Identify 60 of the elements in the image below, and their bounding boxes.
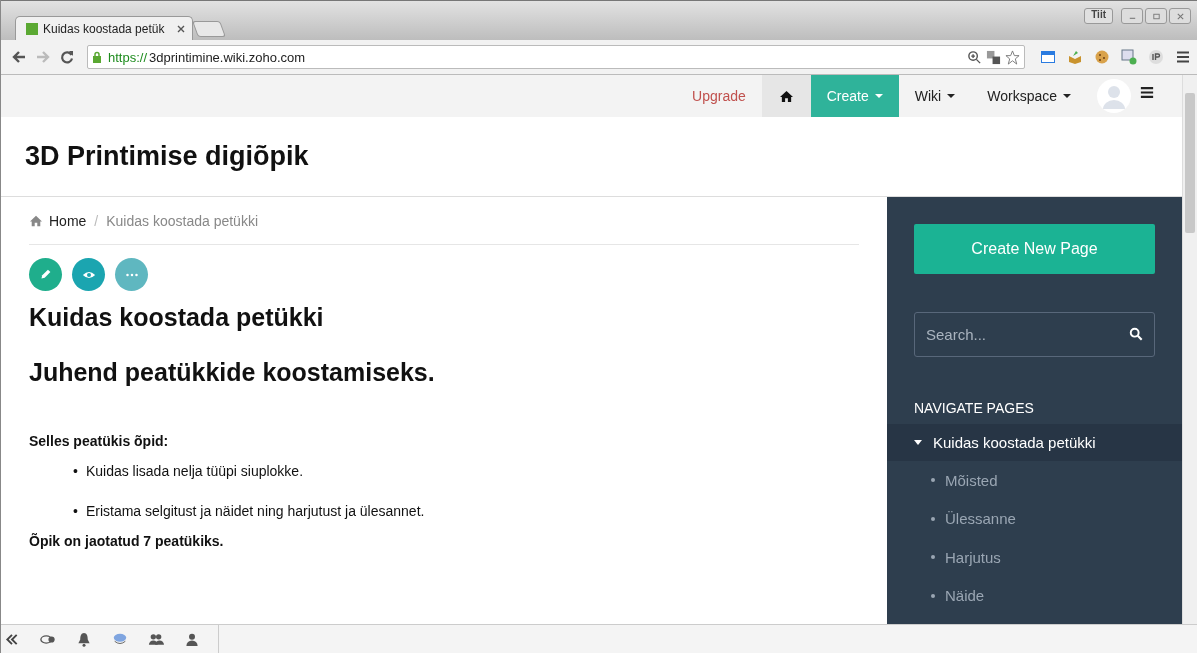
more-icon [125, 272, 138, 277]
pencil-icon [39, 268, 52, 281]
tree-subitem[interactable]: Ülessanne [914, 499, 1155, 538]
browser-tab[interactable]: Kuidas koostada petük [15, 16, 193, 40]
reload-icon[interactable] [59, 49, 75, 65]
create-menu-button[interactable]: Create [810, 75, 899, 117]
bullet-marker: • [73, 463, 78, 479]
close-icon[interactable] [177, 24, 185, 33]
expand-arrow-icon[interactable] [914, 440, 922, 445]
home-icon [29, 214, 43, 227]
extension-icon[interactable] [1040, 49, 1056, 65]
page-title: Kuidas koostada petükki [29, 303, 325, 332]
site-icon [26, 22, 38, 35]
collapse-icon[interactable] [4, 631, 20, 647]
edit-button[interactable] [29, 258, 62, 291]
tree-item[interactable]: Kuidas koostada petükki [887, 424, 1182, 461]
tree-subitem[interactable]: Mõisted [914, 461, 1155, 500]
star-icon[interactable] [1005, 49, 1020, 65]
profile-button[interactable]: Tiit [1084, 8, 1113, 24]
menu-icon[interactable] [1140, 86, 1154, 99]
search-field[interactable]: Search... [914, 312, 1155, 357]
scrollbar[interactable] [1182, 75, 1197, 624]
menu-icon[interactable] [1175, 49, 1191, 65]
search-icon[interactable] [1129, 327, 1143, 341]
breadcrumb-link[interactable]: Home [49, 212, 87, 229]
translate-icon[interactable] [986, 49, 1001, 65]
maximize-icon [1151, 11, 1161, 21]
bullet-item: Eristama selgitust ja näidet ning harjutust ja ülesannet. [85, 503, 425, 519]
tree-subitem[interactable]: Näide [914, 576, 1155, 615]
zoom-icon[interactable] [967, 49, 982, 65]
home-icon [778, 89, 794, 103]
nav-menu[interactable]: Workspace [971, 75, 1087, 117]
create-page-button[interactable]: Create New Page [914, 224, 1155, 274]
upgrade-link[interactable]: Upgrade [676, 75, 762, 117]
user-icon[interactable] [184, 631, 200, 647]
bullet-marker: • [73, 503, 78, 519]
page-subtitle: Juhend peatükkide koostamiseks. [29, 358, 436, 387]
cookie-icon[interactable] [1094, 49, 1110, 65]
home-button[interactable] [761, 75, 811, 117]
nav-menu[interactable]: Wiki [898, 75, 972, 117]
closing-text: Õpik on jaotatud 7 peatükiks. [29, 533, 225, 549]
site-title: 3D Printimise digiõpik [25, 141, 309, 172]
breadcrumb-link[interactable]: Kuidas koostada petükki [106, 212, 258, 229]
close-icon [1175, 11, 1185, 21]
breadcrumb-separator: / [94, 212, 99, 229]
address-bar[interactable]: https://3dprintimine.wiki.zoho.com [87, 45, 1025, 69]
ip-icon[interactable] [1148, 49, 1164, 65]
contacts-icon[interactable] [148, 631, 164, 647]
chat-bubble-icon[interactable] [112, 631, 128, 647]
tab-title: Kuidas koostada petük [43, 21, 166, 36]
section-heading: NAVIGATE PAGES [914, 400, 1035, 416]
back-icon[interactable] [11, 49, 27, 65]
close-button[interactable] [1169, 8, 1191, 24]
intro-text: Selles peatükis õpid: [29, 433, 170, 449]
bell-icon[interactable] [76, 631, 92, 647]
window-check-icon[interactable] [1121, 49, 1137, 65]
view-button[interactable] [72, 258, 105, 291]
tree-subitem[interactable]: Harjutus [914, 538, 1155, 577]
lock-icon [92, 51, 102, 63]
bullet-item: Kuidas lisada nelja tüüpi siuplokke. [85, 463, 304, 479]
